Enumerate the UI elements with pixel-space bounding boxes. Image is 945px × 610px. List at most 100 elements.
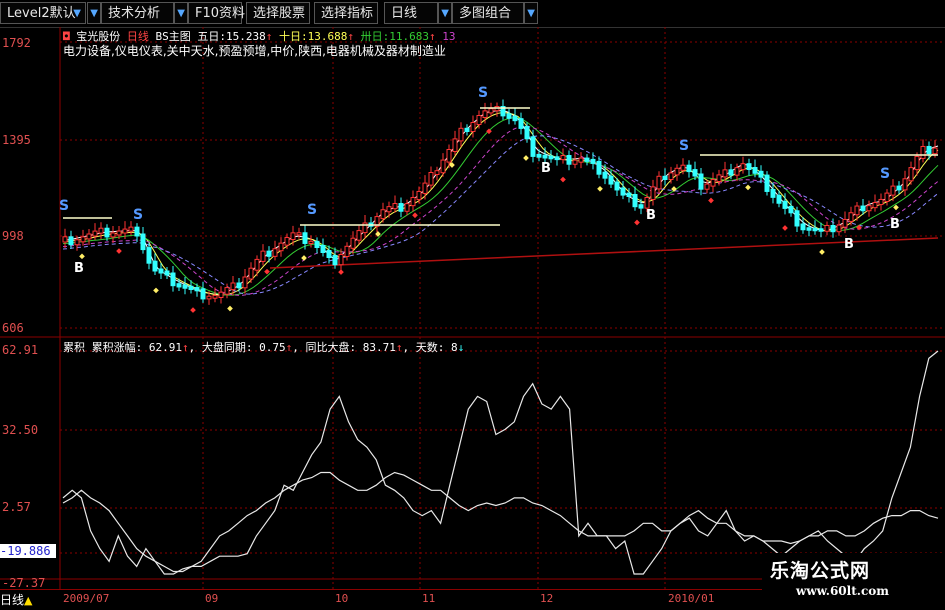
item4-label: 天数: [415,341,445,354]
candle-body [608,175,614,185]
candle-body [164,270,170,276]
candle-body [470,122,476,132]
candle-body [194,287,200,292]
candle-body [830,225,836,233]
buy-marker: B [890,217,900,232]
ma120-line [62,135,939,295]
candle-body [452,138,458,152]
y-label-bottom: 606 [2,321,24,335]
up-arrow-icon: ↑ [395,341,403,354]
candle-body [356,230,362,241]
candle-body [536,153,542,158]
candle-body [722,169,728,178]
candle-body [794,210,800,227]
signal-dot [708,197,714,204]
candle-body [884,192,890,202]
candle-body [806,227,812,231]
candle-body [200,288,206,300]
candle-body [290,232,296,241]
candle-body [422,182,428,194]
signal-dot [745,184,751,191]
sell-marker: S [478,85,488,101]
candle-body [278,242,284,252]
candle-body [440,159,446,174]
sector-tags: 电力设备,仪电仪表,关中天水,预盈预增,中价,陕西,电器机械及器材制造业 [63,44,446,58]
candle-body [686,164,692,173]
candle-body [410,197,416,207]
candle-body [134,226,140,237]
y-label-2: 1395 [2,133,31,147]
period-tab[interactable]: 日线▲ [0,591,32,608]
signal-dot [634,219,640,226]
date-label: 10 [335,592,349,605]
candle-body [866,205,872,212]
cumulative-lines [62,350,939,575]
triangle-icon: ▲ [24,594,33,607]
candle-body [674,167,680,176]
candle-body [176,283,182,288]
candle-body [482,110,488,119]
y-label-top: 1792 [2,36,31,50]
item3-value: 83.71 [362,341,396,354]
candle-body [338,254,344,266]
item3-label: 同比大盘: [305,341,357,354]
candle-body [146,247,152,264]
candle-body [554,156,560,161]
candle-body [548,155,554,160]
watermark-url: www.60lt.com [796,584,889,598]
candle-body [878,198,884,206]
buy-marker: B [844,237,854,252]
up-arrow-icon: ↑ [182,341,189,354]
candle-body [752,167,758,174]
signal-dot [153,287,159,294]
candle-body [740,163,746,171]
candle-body [182,284,188,289]
candle-body [620,187,626,196]
candle-body [344,245,350,258]
sub-y-label-bottom: -27.37 [2,576,46,590]
candle-body [188,285,194,291]
sell-marker: S [679,138,689,154]
date-label: 2009/07 [63,592,110,605]
candle-body [404,203,410,212]
signal-dot [782,225,788,231]
candle-body [242,276,248,289]
date-label: 11 [422,592,436,605]
item4-value: 8 [451,341,458,354]
signal-dot [227,305,233,312]
candle-body [524,125,530,140]
candle-body [560,155,566,161]
candle-body [716,174,722,182]
candle-body [584,157,590,162]
chart-canvas[interactable]: S S S S S S B B B B B [0,0,945,609]
candle-body [812,227,818,232]
candle-body [476,115,482,125]
item1-value: 62.91 [148,341,182,354]
candle-body [152,260,158,272]
sub-y-label-top: 62.91 [2,343,39,357]
signal-dot [597,185,603,192]
signal-dot [523,155,529,161]
candle-body [488,108,494,114]
candle-body [206,295,212,300]
candle-body [284,237,290,246]
candle-body [788,205,794,214]
candle-body [632,194,638,208]
candle-body [698,173,704,190]
candle-body [596,160,602,175]
candle-body [614,181,620,191]
candle-body [434,170,440,175]
sell-marker: S [133,207,143,223]
resistance-lines [63,107,938,226]
candle-body [662,175,668,181]
candle-body [572,159,578,165]
candle-body [68,236,74,246]
candle-body [518,118,524,129]
candle-body [464,127,470,133]
candle-body [86,233,92,240]
item1-label: 累积涨幅: [91,341,143,354]
candle-body [314,240,320,249]
candle-body [800,223,806,231]
buy-marker: B [74,261,84,276]
candle-body [122,228,128,234]
